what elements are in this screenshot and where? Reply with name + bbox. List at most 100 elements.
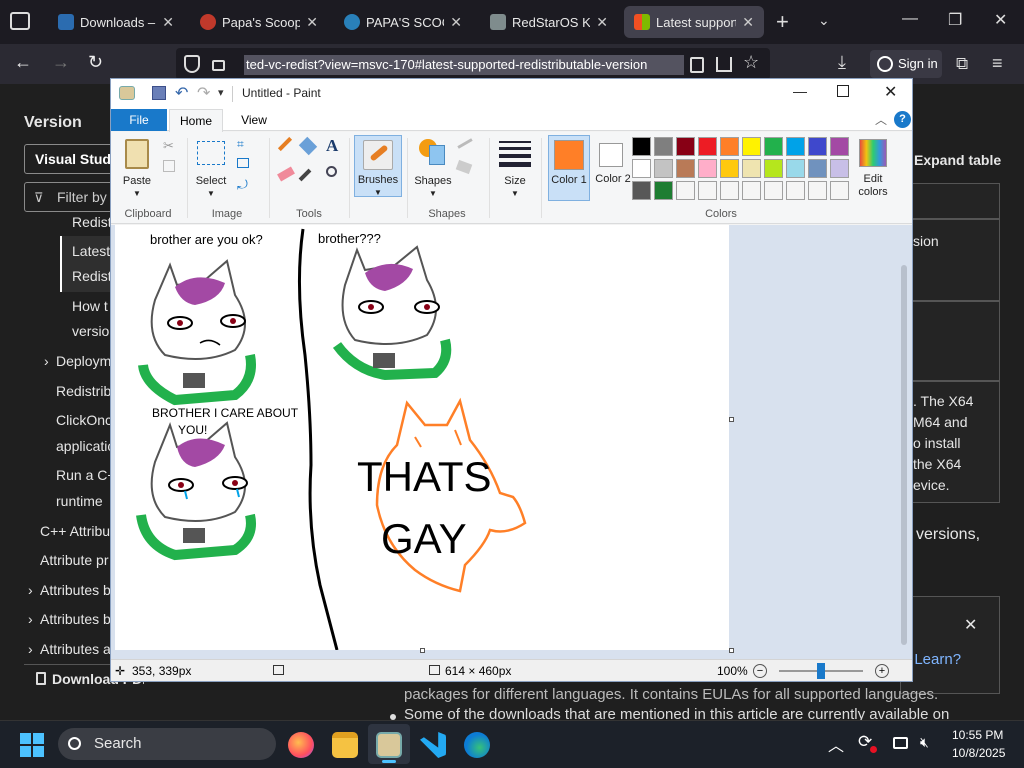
sidebar-item-active[interactable]: Redist xyxy=(72,268,112,284)
palette-swatch[interactable] xyxy=(720,137,739,156)
tab-list-chevron-icon[interactable]: ⌄ xyxy=(818,12,830,29)
sidebar-item[interactable]: applicatio xyxy=(56,438,115,454)
sidebar-item[interactable]: runtime xyxy=(56,493,103,509)
reader-view-icon[interactable] xyxy=(690,57,704,73)
palette-swatch[interactable] xyxy=(742,137,761,156)
show-hidden-icons-chevron-icon[interactable]: ︿ xyxy=(828,732,844,756)
close-tab-icon[interactable]: ✕ xyxy=(162,14,174,31)
palette-swatch[interactable] xyxy=(786,181,805,200)
palette-swatch[interactable] xyxy=(632,181,651,200)
palette-swatch[interactable] xyxy=(720,159,739,178)
color2-button[interactable]: Color 2 xyxy=(593,135,635,201)
zoom-in-button[interactable]: + xyxy=(875,664,889,678)
palette-swatch[interactable] xyxy=(698,159,717,178)
undo-icon[interactable]: ↶ xyxy=(175,83,188,103)
sidebar-expand-chevron-icon[interactable]: › xyxy=(28,582,33,598)
maximize-window-button[interactable]: ❐ xyxy=(948,10,962,30)
expand-table-button[interactable]: Expand table xyxy=(914,152,1001,168)
network-icon[interactable] xyxy=(893,737,908,749)
feedback-link[interactable]: t Learn? xyxy=(906,651,961,668)
palette-swatch[interactable] xyxy=(720,181,739,200)
vertical-scrollbar[interactable] xyxy=(901,265,907,645)
new-tab-button[interactable]: + xyxy=(776,9,789,35)
clock-date[interactable]: 10/8/2025 xyxy=(952,746,1005,760)
shapes-button[interactable]: Shapes ▼ xyxy=(411,135,455,198)
close-tab-icon[interactable]: ✕ xyxy=(450,14,462,31)
tab-home[interactable]: Home xyxy=(169,109,223,132)
sidebar-item[interactable]: Deploym xyxy=(56,353,111,369)
palette-swatch[interactable] xyxy=(632,137,651,156)
forward-button[interactable]: → xyxy=(52,52,70,73)
palette-swatch[interactable] xyxy=(830,137,849,156)
edge-icon[interactable] xyxy=(464,732,490,758)
magnifier-icon[interactable] xyxy=(326,166,337,177)
fill-icon[interactable] xyxy=(455,159,473,175)
palette-swatch[interactable] xyxy=(742,181,761,200)
canvas-resize-handle[interactable] xyxy=(420,648,425,653)
palette-swatch[interactable] xyxy=(676,137,695,156)
palette-swatch[interactable] xyxy=(808,137,827,156)
paste-button[interactable]: Paste ▼ xyxy=(119,135,155,198)
sidebar-expand-chevron-icon[interactable]: › xyxy=(28,611,33,627)
palette-swatch[interactable] xyxy=(654,181,673,200)
tab-overview-icon[interactable] xyxy=(10,12,30,30)
rotate-icon[interactable]: ⤾ xyxy=(237,177,248,193)
reload-button[interactable]: ↻ xyxy=(88,52,103,73)
save-icon[interactable] xyxy=(152,86,166,100)
text-icon[interactable]: A xyxy=(326,136,338,156)
browser-tab-downloads[interactable]: Downloads – Or ✕ xyxy=(48,6,184,38)
browser-tab-papas-scooperia[interactable]: Papa's Scooperi ✕ xyxy=(190,6,328,38)
taskbar-search-box[interactable]: Search xyxy=(58,728,276,760)
downloads-icon[interactable]: ⤓ xyxy=(838,52,846,73)
sidebar-item-active[interactable]: Latest xyxy=(72,243,110,259)
palette-swatch[interactable] xyxy=(764,181,783,200)
palette-swatch[interactable] xyxy=(676,159,695,178)
zoom-out-button[interactable]: − xyxy=(753,664,767,678)
zoom-slider-thumb[interactable] xyxy=(817,663,825,679)
palette-swatch[interactable] xyxy=(676,181,695,200)
start-button[interactable] xyxy=(20,733,44,757)
palette-swatch[interactable] xyxy=(764,159,783,178)
select-button[interactable]: Select ▼ xyxy=(193,135,229,198)
version-select[interactable]: Visual Studi xyxy=(24,144,124,174)
browser-tab-papas-scooperia-2[interactable]: PAPA'S SCOOPE ✕ xyxy=(334,6,472,38)
paint-maximize-button[interactable] xyxy=(837,85,849,97)
sidebar-expand-chevron-icon[interactable]: › xyxy=(28,641,33,657)
palette-swatch[interactable] xyxy=(742,159,761,178)
canvas-resize-handle[interactable] xyxy=(729,648,734,653)
clock-time[interactable]: 10:55 PM xyxy=(952,728,1003,742)
paint-close-button[interactable]: ✕ xyxy=(884,82,897,102)
palette-swatch[interactable] xyxy=(808,159,827,178)
sidebar-item[interactable]: ClickOnc xyxy=(56,412,112,428)
sidebar-item[interactable]: Attribute pr xyxy=(40,552,108,568)
url-text[interactable]: ted-vc-redist?view=msvc-170#latest-suppo… xyxy=(244,55,684,75)
sidebar-item[interactable]: Run a C+ xyxy=(56,467,116,483)
sidebar-item[interactable]: Redistrib xyxy=(56,383,111,399)
sidebar-item[interactable]: Attributes b xyxy=(40,582,111,598)
palette-swatch[interactable] xyxy=(698,181,717,200)
close-feedback-icon[interactable]: ✕ xyxy=(964,615,977,635)
shield-icon[interactable] xyxy=(184,55,200,73)
brushes-button[interactable]: Brushes ▼ xyxy=(354,135,402,197)
close-window-button[interactable]: ✕ xyxy=(994,10,1007,30)
palette-swatch[interactable] xyxy=(698,137,717,156)
palette-swatch[interactable] xyxy=(830,159,849,178)
close-tab-icon[interactable]: ✕ xyxy=(742,14,754,31)
size-button[interactable]: Size ▼ xyxy=(495,135,535,198)
color-picker-icon[interactable] xyxy=(298,168,312,182)
browser-tab-latest-supported[interactable]: Latest supporte ✕ xyxy=(624,6,764,38)
palette-swatch[interactable] xyxy=(808,181,827,200)
volume-muted-icon[interactable]: 🔇︎ xyxy=(920,734,929,751)
redo-icon[interactable]: ↷ xyxy=(197,83,210,103)
outline-icon[interactable] xyxy=(457,138,473,149)
sidebar-item[interactable]: How t xyxy=(72,298,108,314)
sidebar-item[interactable]: Redist xyxy=(72,214,112,230)
palette-swatch[interactable] xyxy=(654,137,673,156)
close-tab-icon[interactable]: ✕ xyxy=(596,14,608,31)
paint-taskbar-icon[interactable] xyxy=(376,732,402,758)
canvas-resize-handle[interactable] xyxy=(729,417,734,422)
minimize-window-button[interactable]: — xyxy=(902,10,918,28)
palette-swatch[interactable] xyxy=(786,159,805,178)
extensions-icon[interactable]: ⧉ xyxy=(956,54,968,74)
pencil-icon[interactable] xyxy=(277,136,293,152)
